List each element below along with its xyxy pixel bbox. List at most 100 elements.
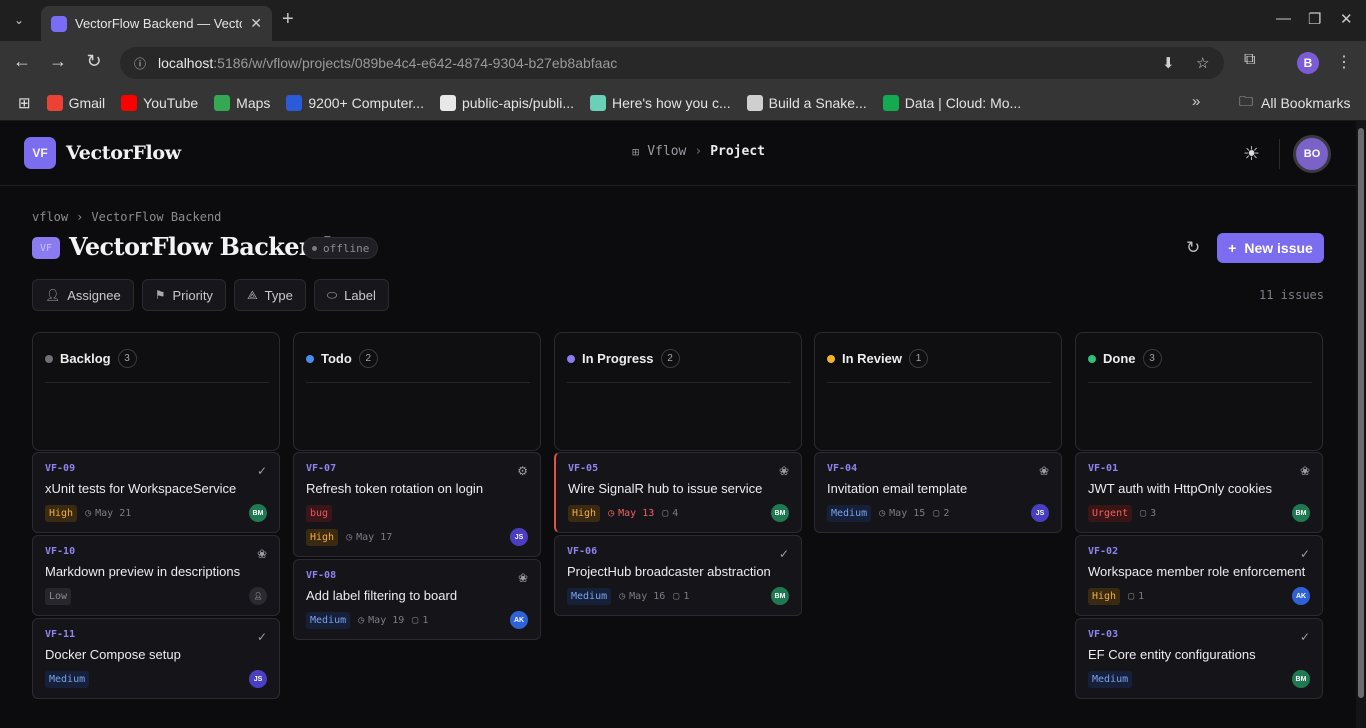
- bookmark-favicon-icon: [46, 94, 63, 111]
- issue-title[interactable]: Invitation email template: [827, 481, 1049, 496]
- refresh-icon[interactable]: ↻: [1186, 238, 1200, 258]
- bookmark-item[interactable]: YouTube: [113, 94, 206, 111]
- window-close-icon[interactable]: ✕: [1340, 10, 1353, 28]
- issue-card[interactable]: VF-09 ✓ xUnit tests for WorkspaceService Hi…: [32, 452, 280, 533]
- assignee-avatar[interactable]: BM: [771, 587, 789, 605]
- issue-title[interactable]: Refresh token rotation on login: [306, 481, 528, 496]
- browser-tab-active[interactable]: VectorFlow Backend — VectorFlow ✕: [41, 6, 272, 41]
- bookmarks-overflow-icon[interactable]: »: [1192, 93, 1200, 110]
- address-bar[interactable]: ⓘ localhost:5186/w/vflow/projects/089be4…: [120, 47, 1224, 79]
- issue-id[interactable]: VF-01: [1088, 463, 1310, 474]
- issue-card[interactable]: VF-06 ✓ ProjectHub broadcaster abstraction…: [554, 535, 802, 616]
- issue-card[interactable]: VF-01 ❀ JWT auth with HttpOnly cookies Urge…: [1075, 452, 1323, 533]
- issue-id[interactable]: VF-11: [45, 629, 267, 640]
- filter-label-button[interactable]: ⬭ Label: [313, 279, 389, 311]
- browser-profile-avatar[interactable]: B: [1297, 52, 1319, 74]
- issue-title[interactable]: Markdown preview in descriptions: [45, 564, 267, 579]
- forward-arrow-icon[interactable]: →: [46, 51, 70, 72]
- issue-id[interactable]: VF-03: [1088, 629, 1310, 640]
- theme-toggle-sun-icon[interactable]: ☀: [1243, 143, 1260, 166]
- tab-search-chevron-icon[interactable]: ⌄: [6, 8, 32, 32]
- issue-card[interactable]: VF-08 ❀ Add label filtering to board Medium…: [293, 559, 541, 640]
- assignee-avatar[interactable]: BM: [249, 504, 267, 522]
- filter-label: Priority: [172, 287, 213, 303]
- issue-id[interactable]: VF-10: [45, 546, 267, 557]
- assignee-avatar[interactable]: BM: [1292, 670, 1310, 688]
- apps-grid-icon[interactable]: ⊞: [10, 94, 39, 112]
- tab-close-icon[interactable]: ✕: [250, 15, 262, 32]
- bookmark-item[interactable]: Maps: [206, 94, 278, 111]
- reload-icon[interactable]: ↻: [82, 51, 106, 72]
- issue-card[interactable]: VF-03 ✓ EF Core entity configurations Mediu…: [1075, 618, 1323, 699]
- bookmark-star-icon[interactable]: ☆: [1196, 47, 1209, 79]
- bookmark-item[interactable]: public-apis/publi...: [432, 94, 582, 111]
- issue-card[interactable]: VF-02 ✓ Workspace member role enforcement H…: [1075, 535, 1323, 616]
- new-issue-button[interactable]: + New issue: [1217, 233, 1324, 263]
- issue-id[interactable]: VF-08: [306, 570, 528, 581]
- logo-name[interactable]: VectorFlow: [66, 142, 181, 164]
- bookmark-favicon-icon: [214, 94, 231, 111]
- browser-menu-icon[interactable]: ⋮: [1336, 52, 1352, 72]
- issue-title[interactable]: EF Core entity configurations: [1088, 647, 1310, 662]
- scrollbar-thumb[interactable]: [1358, 128, 1364, 698]
- minimize-icon[interactable]: —: [1276, 10, 1291, 27]
- issue-card[interactable]: VF-04 ❀ Invitation email template Medium ◷ Ma…: [814, 452, 1062, 533]
- issue-title[interactable]: xUnit tests for WorkspaceService: [45, 481, 267, 496]
- bookmark-item[interactable]: Here's how you c...: [582, 94, 739, 111]
- issue-title[interactable]: JWT auth with HttpOnly cookies: [1088, 481, 1310, 496]
- breadcrumb-workspace[interactable]: vflow: [32, 210, 68, 224]
- bookmark-item[interactable]: Gmail: [39, 94, 114, 111]
- issue-title[interactable]: ProjectHub broadcaster abstraction: [567, 564, 789, 579]
- issue-card[interactable]: VF-11 ✓ Docker Compose setup Medium JS: [32, 618, 280, 699]
- issue-id[interactable]: VF-04: [827, 463, 1049, 474]
- back-arrow-icon[interactable]: ←: [10, 51, 34, 72]
- maximize-icon[interactable]: ❐: [1308, 10, 1321, 28]
- issue-id[interactable]: VF-06: [567, 546, 789, 557]
- issue-id[interactable]: VF-09: [45, 463, 267, 474]
- issue-card[interactable]: VF-05 ❀ Wire SignalR hub to issue service H…: [554, 452, 802, 533]
- assignee-avatar[interactable]: BM: [1292, 504, 1310, 522]
- comment-count: ▢ 1: [412, 615, 428, 626]
- comment-count: ▢ 4: [662, 508, 678, 519]
- install-app-icon[interactable]: ⬇: [1162, 47, 1175, 79]
- assignee-avatar[interactable]: JS: [249, 670, 267, 688]
- assignee-avatar[interactable]: 👤︎: [249, 587, 267, 605]
- browser-tabstrip: ⌄ VectorFlow Backend — VectorFlow ✕ + — …: [0, 0, 1366, 41]
- assignee-avatar[interactable]: JS: [510, 528, 528, 546]
- issue-card[interactable]: VF-10 ❀ Markdown preview in descriptions Lo…: [32, 535, 280, 616]
- top-breadcrumb-workspace[interactable]: Vflow: [647, 144, 686, 159]
- page-title: VectorFlow Backend: [69, 232, 333, 261]
- logo-badge[interactable]: VF: [24, 137, 56, 169]
- issue-title[interactable]: Workspace member role enforcement: [1088, 564, 1310, 579]
- issue-title[interactable]: Docker Compose setup: [45, 647, 267, 662]
- assignee-avatar[interactable]: AK: [510, 611, 528, 629]
- user-avatar[interactable]: BO: [1293, 135, 1331, 173]
- bookmark-label: 9200+ Computer...: [308, 94, 424, 111]
- column-header: In Progress 2: [554, 332, 802, 451]
- status-dot-icon: [1088, 354, 1096, 363]
- assignee-avatar[interactable]: AK: [1292, 587, 1310, 605]
- extensions-puzzle-icon[interactable]: ⧉: [1244, 51, 1255, 69]
- bookmark-item[interactable]: Data | Cloud: Mo...: [875, 94, 1029, 111]
- issue-id[interactable]: VF-07: [306, 463, 528, 474]
- new-tab-button[interactable]: +: [282, 8, 294, 31]
- filter-assignee-button[interactable]: 👤︎ Assignee: [32, 279, 134, 311]
- issue-type-icon: ✓: [778, 547, 789, 561]
- issue-title[interactable]: Wire SignalR hub to issue service: [568, 481, 789, 496]
- issue-title[interactable]: Add label filtering to board: [306, 588, 528, 603]
- chevron-right-icon: ›: [76, 210, 84, 224]
- issue-card[interactable]: VF-07 ⚙ Refresh token rotation on login bug…: [293, 452, 541, 557]
- site-info-icon[interactable]: ⓘ: [134, 55, 146, 72]
- filter-type-button[interactable]: ⟁ Type: [233, 279, 306, 311]
- url-text[interactable]: localhost:5186/w/vflow/projects/089be4c4…: [158, 55, 617, 71]
- all-bookmarks-button[interactable]: 🗀 All Bookmarks: [1239, 85, 1350, 121]
- issue-id[interactable]: VF-05: [568, 463, 789, 474]
- issue-id[interactable]: VF-02: [1088, 546, 1310, 557]
- bookmark-item[interactable]: 9200+ Computer...: [278, 94, 432, 111]
- assignee-avatar[interactable]: BM: [771, 504, 789, 522]
- filter-priority-button[interactable]: ⚑ Priority: [141, 279, 226, 311]
- board-column: In Progress 2 VF-05 ❀ Wire SignalR hub to is…: [554, 332, 802, 616]
- column-name: Todo: [321, 351, 352, 366]
- assignee-avatar[interactable]: JS: [1031, 504, 1049, 522]
- bookmark-item[interactable]: Build a Snake...: [739, 94, 875, 111]
